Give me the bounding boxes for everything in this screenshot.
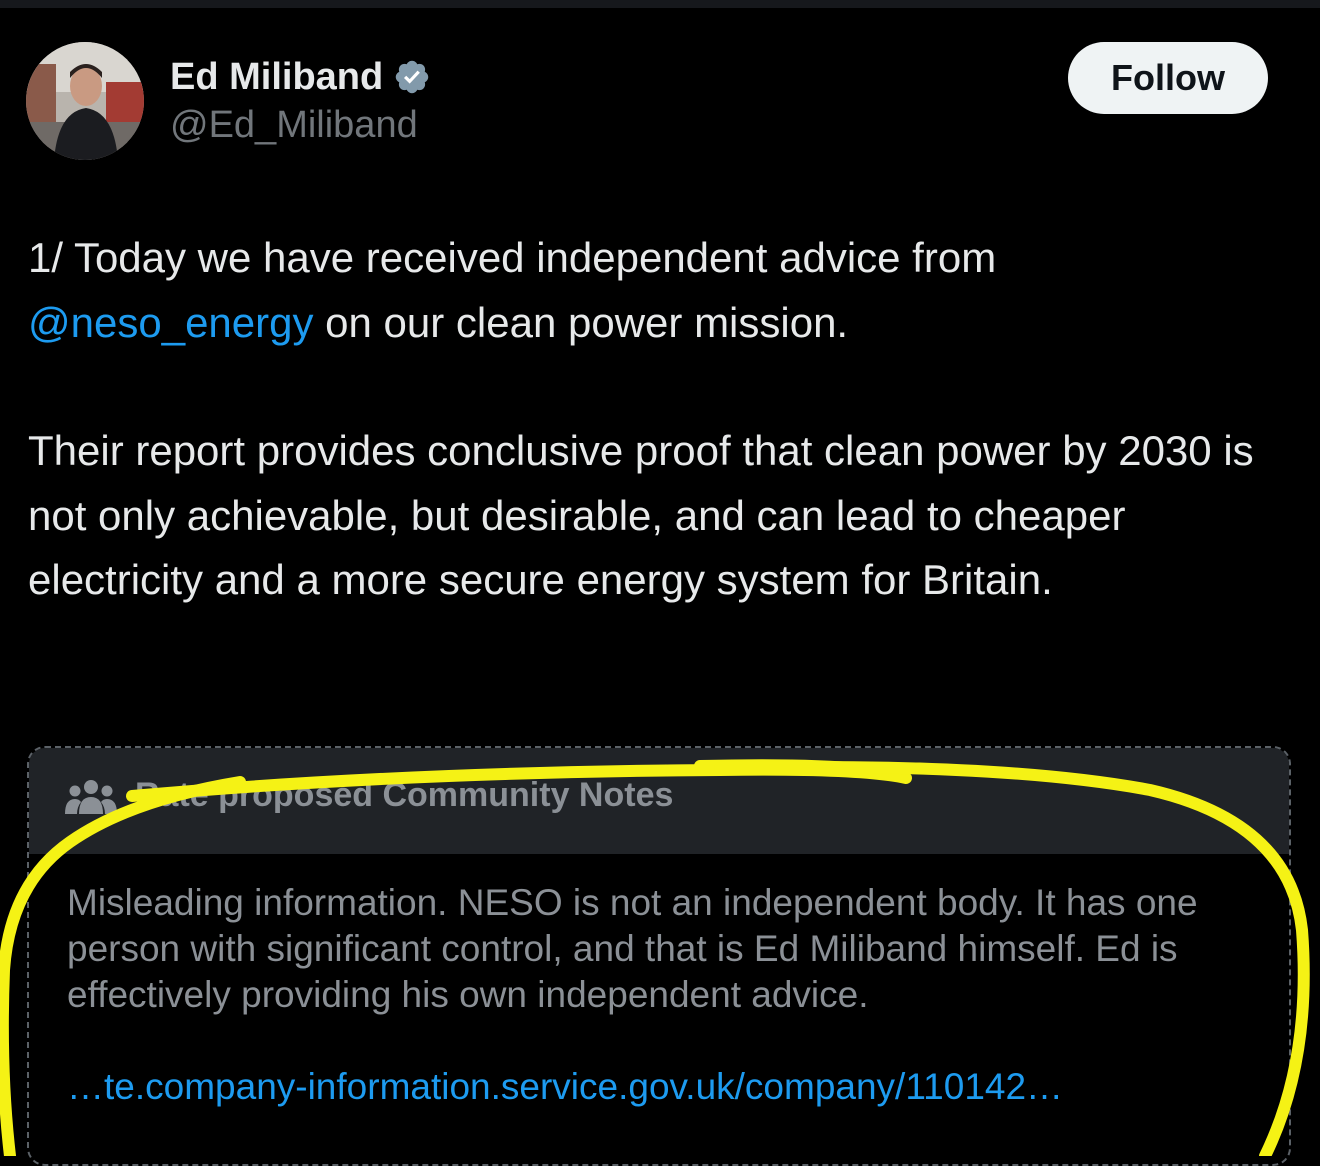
people-icon bbox=[65, 778, 117, 818]
avatar[interactable] bbox=[26, 42, 144, 160]
display-name[interactable]: Ed Miliband bbox=[170, 56, 383, 99]
community-note-header[interactable]: Rate proposed Community Notes bbox=[29, 748, 1289, 854]
tweet-paragraph-1: 1/ Today we have received independent ad… bbox=[28, 226, 1278, 355]
follow-button[interactable]: Follow bbox=[1068, 42, 1268, 114]
community-note-link[interactable]: …te.company-information.service.gov.uk/c… bbox=[67, 1066, 1063, 1108]
top-bar bbox=[0, 0, 1320, 8]
tweet-line1-text: 1/ Today we have received independent ad… bbox=[28, 234, 997, 281]
tweet-text: 1/ Today we have received independent ad… bbox=[28, 226, 1278, 613]
community-note-header-label: Rate proposed Community Notes bbox=[135, 776, 674, 814]
handle[interactable]: @Ed_Miliband bbox=[170, 104, 418, 147]
tweet-paragraph-2: Their report provides conclusive proof t… bbox=[28, 427, 1254, 603]
community-note-card: Rate proposed Community Notes Misleading… bbox=[27, 746, 1291, 1166]
tweet-line1-rest: on our clean power mission. bbox=[313, 298, 849, 346]
community-note-body: Misleading information. NESO is not an i… bbox=[67, 882, 1198, 1015]
mention-link[interactable]: @neso_energy bbox=[28, 299, 314, 346]
verified-badge-icon bbox=[393, 58, 431, 96]
display-name-row: Ed Miliband bbox=[170, 54, 431, 100]
tweet-header: Ed Miliband @Ed_Miliband Follow bbox=[26, 42, 1286, 162]
